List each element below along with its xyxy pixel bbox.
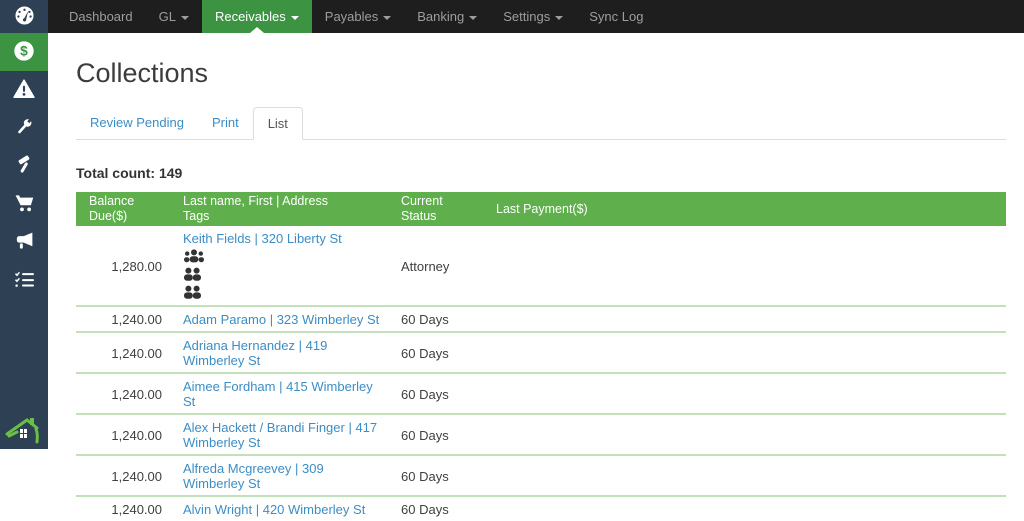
nav-item-receivables[interactable]: Receivables [201, 0, 312, 33]
customer-link[interactable]: Alex Hackett / Brandi Finger | 417 Wimbe… [183, 420, 377, 450]
nav-item-payables[interactable]: Payables [312, 0, 404, 33]
nav-item-gl[interactable]: GL [146, 0, 202, 33]
chevron-down-icon [180, 15, 189, 20]
table-row: 1,280.00 Keith Fields | 320 Liberty St A… [76, 226, 1006, 306]
last-payment-cell [488, 331, 1006, 373]
nav-item-label: Settings [503, 9, 551, 24]
balance-cell: 1,280.00 [111, 258, 162, 274]
balance-cell: 1,240.00 [76, 331, 171, 373]
sidebar-item-alerts[interactable] [0, 71, 48, 109]
customer-link[interactable]: Alfreda Mcgreevey | 309 Wimberley St [183, 461, 324, 491]
tab-print[interactable]: Print [198, 107, 253, 140]
top-navbar: Dashboard GL Receivables Payables Bankin… [48, 0, 1024, 33]
nav-item-label: Receivables [214, 9, 286, 24]
table-row: 1,240.00 Alvin Wright | 420 Wimberley St… [76, 495, 1006, 521]
tab-review-pending[interactable]: Review Pending [76, 107, 198, 140]
page-title: Collections [76, 58, 209, 88]
sidebar: $ [0, 0, 48, 449]
status-cell: 60 Days [393, 495, 488, 521]
table-row: 1,240.00 Alfreda Mcgreevey | 309 Wimberl… [76, 454, 1006, 496]
status-cell: 60 Days [393, 305, 488, 332]
last-payment-cell [488, 454, 1006, 496]
column-header-name-line1: Last name, First | Address [183, 194, 328, 208]
users-group-icon [183, 249, 385, 265]
table-row: 1,240.00 Adam Paramo | 323 Wimberley St … [76, 305, 1006, 332]
column-header-name-tags: Last name, First | Address Tags [171, 192, 393, 226]
collections-table: Balance Due($) Last name, First | Addres… [76, 192, 1006, 521]
column-header-last-payment: Last Payment($) [488, 192, 1006, 226]
nav-item-label: GL [158, 9, 176, 24]
nav-item-label: Banking [417, 9, 465, 24]
balance-cell: 1,240.00 [76, 454, 171, 496]
chevron-down-icon [383, 15, 392, 20]
name-cell: Aimee Fordham | 415 Wimberley St [171, 372, 393, 414]
table-header-row: Balance Due($) Last name, First | Addres… [76, 192, 1006, 226]
chevron-down-icon [555, 15, 564, 20]
status-cell: 60 Days [393, 372, 488, 414]
checklist-icon [14, 270, 35, 291]
chevron-down-icon [290, 15, 299, 20]
name-cell: Keith Fields | 320 Liberty St [171, 226, 393, 306]
collections-tabs: Review Pending Print List [76, 107, 1006, 140]
nav-item-banking[interactable]: Banking [404, 0, 490, 33]
name-cell: Alvin Wright | 420 Wimberley St [171, 495, 393, 521]
table-row: 1,240.00 Aimee Fordham | 415 Wimberley S… [76, 372, 1006, 414]
sidebar-item-tasks[interactable] [0, 261, 48, 299]
chevron-down-icon [469, 15, 478, 20]
nav-item-sync-log[interactable]: Sync Log [576, 0, 656, 33]
name-cell: Alfreda Mcgreevey | 309 Wimberley St [171, 454, 393, 496]
app-brand[interactable] [0, 0, 48, 33]
last-payment-cell [488, 305, 1006, 332]
nav-item-label: Dashboard [69, 9, 133, 24]
last-payment-cell [488, 372, 1006, 414]
sidebar-item-purchasing[interactable] [0, 185, 48, 223]
main-content: Collections Review Pending Print List To… [48, 33, 1024, 521]
column-header-current-status: Current Status [393, 192, 488, 226]
total-count: Total count: 149 [76, 165, 1006, 181]
customer-link[interactable]: Keith Fields | 320 Liberty St [183, 231, 342, 246]
balance-cell: 1,240.00 [76, 372, 171, 414]
column-header-name-line2: Tags [183, 209, 210, 223]
nav-item-label: Payables [324, 9, 379, 24]
total-count-value: 149 [158, 165, 183, 181]
status-cell: 60 Days [393, 454, 488, 496]
last-payment-cell [488, 495, 1006, 521]
last-payment-cell [488, 226, 1006, 306]
nav-item-settings[interactable]: Settings [490, 0, 576, 33]
sidebar-item-receivables[interactable]: $ [0, 33, 48, 71]
name-cell: Adam Paramo | 323 Wimberley St [171, 305, 393, 332]
name-cell: Adriana Hernandez | 419 Wimberley St [171, 331, 393, 373]
status-cell: 60 Days [393, 331, 488, 373]
column-header-balance-due: Balance Due($) [76, 192, 171, 226]
dollar-icon: $ [13, 40, 35, 65]
customer-link[interactable]: Alvin Wright | 420 Wimberley St [183, 502, 365, 517]
sidebar-item-projects[interactable] [0, 147, 48, 185]
status-cell: Attorney [401, 258, 450, 274]
users-pair-icon [183, 285, 385, 301]
company-house-logo [0, 412, 48, 449]
balance-cell: 1,240.00 [76, 495, 171, 521]
table-row: 1,240.00 Adriana Hernandez | 419 Wimberl… [76, 331, 1006, 373]
sidebar-item-tools[interactable] [0, 109, 48, 147]
cart-icon [14, 193, 35, 216]
hammer-icon [14, 155, 34, 178]
megaphone-icon [14, 231, 35, 254]
warning-icon [13, 78, 35, 102]
wrench-icon [14, 117, 34, 140]
tab-list[interactable]: List [252, 107, 303, 140]
customer-link[interactable]: Adriana Hernandez | 419 Wimberley St [183, 338, 327, 368]
users-pair-icon [183, 267, 385, 283]
balance-cell: 1,240.00 [76, 305, 171, 332]
nav-item-dashboard[interactable]: Dashboard [56, 0, 146, 33]
sidebar-item-marketing[interactable] [0, 223, 48, 261]
total-count-label: Total count: [76, 165, 156, 181]
customer-link[interactable]: Adam Paramo | 323 Wimberley St [183, 312, 379, 327]
customer-link[interactable]: Aimee Fordham | 415 Wimberley St [183, 379, 373, 409]
speedometer-icon [14, 5, 35, 29]
svg-text:$: $ [20, 43, 28, 58]
tag-icons [183, 249, 385, 301]
nav-item-label: Sync Log [589, 9, 644, 24]
